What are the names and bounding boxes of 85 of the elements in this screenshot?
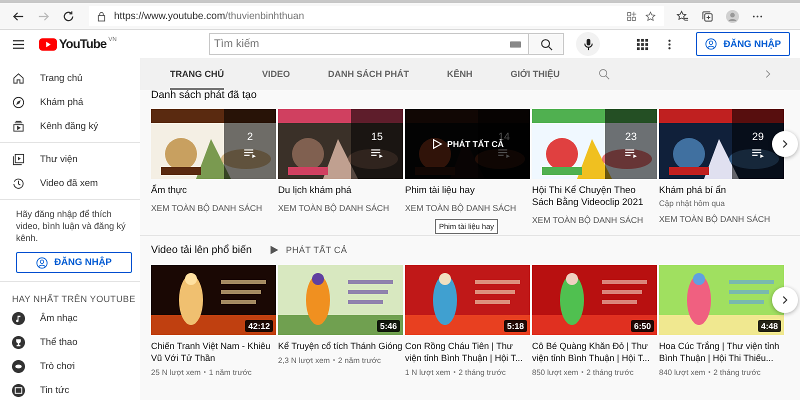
view-playlist-link[interactable]: XEM TOÀN BỘ DANH SÁCH: [405, 203, 530, 213]
playlist-icon: [244, 148, 256, 158]
sidebar-item[interactable]: Thư viện: [0, 147, 140, 171]
playlist-icon: [624, 148, 638, 158]
sidebar-item[interactable]: Tin tức: [0, 378, 140, 400]
microphone-button[interactable]: [576, 32, 600, 56]
star-icon[interactable]: [645, 10, 656, 22]
section-title: Video tải lên phổ biến: [151, 244, 252, 256]
playlist-title[interactable]: Du lịch khám phá: [278, 185, 403, 197]
section-heading: HAY NHẤT TRÊN YOUTUBE: [11, 293, 136, 306]
sign-in-button[interactable]: ĐĂNG NHẬP: [16, 252, 132, 273]
back-icon[interactable]: [12, 10, 25, 22]
duration-badge: 42:12: [245, 320, 273, 332]
play-all-button[interactable]: PHÁT TẤT CẢ: [268, 244, 348, 256]
channel-tab[interactable]: GIỚI THIỆU: [510, 58, 560, 90]
playlist-icon: [752, 148, 764, 158]
video-count: 23: [625, 130, 637, 142]
lock-icon: [97, 10, 106, 22]
playlist-title[interactable]: Hội Thi Kể Chuyện Theo Sách Bằng Videoclip 2021: [532, 185, 657, 209]
sidebar-item[interactable]: Thể thao: [0, 330, 140, 354]
sidebar-item[interactable]: Khám phá: [0, 90, 140, 114]
duration-badge: 4:48: [758, 320, 781, 332]
compass-icon: [12, 96, 25, 108]
microphone-icon: [582, 38, 594, 50]
sidebar-item[interactable]: Video đã xem: [0, 171, 140, 195]
video-count: 15: [371, 130, 383, 142]
grid-plus-icon[interactable]: [626, 10, 637, 22]
play-icon: [431, 138, 444, 150]
user-icon: [36, 256, 48, 268]
trophy-icon: [12, 336, 25, 348]
duration-badge: 5:18: [504, 320, 527, 332]
updated-label: Cập nhật hôm qua: [659, 199, 726, 208]
video-title[interactable]: Chiến Tranh Việt Nam - Khiêu Vũ Với Tử Thần: [151, 340, 276, 364]
view-playlist-link[interactable]: XEM TOÀN BỘ DANH SÁCH: [278, 203, 403, 213]
apps-grid-icon[interactable]: [636, 38, 650, 50]
channel-tab[interactable]: TRANG CHỦ: [170, 58, 224, 90]
sign-in-prompt: Hãy đăng nhập để thích video, bình luận và đăng ký kênh.: [16, 208, 126, 244]
menu-icon[interactable]: [12, 38, 25, 50]
playlist-title[interactable]: Ẩm thực: [151, 185, 276, 197]
video-title[interactable]: Kể Truyện cổ tích Thánh Gióng: [278, 340, 403, 352]
sidebar-item[interactable]: Âm nhạc: [0, 306, 140, 330]
music-icon: [12, 312, 25, 324]
logo-text[interactable]: YouTube: [59, 37, 106, 51]
url-text: https://www.youtube.com/thuvienbinhthuan: [114, 10, 304, 22]
avatar-icon[interactable]: [726, 10, 739, 22]
section-title: Danh sách phát đã tạo: [151, 90, 258, 100]
video-title[interactable]: Hoa Cúc Trắng | Thư viện tỉnh Bình Thuận | Hội Thi Thiếu...: [659, 340, 784, 364]
home-icon: [12, 72, 25, 84]
history-icon: [12, 176, 25, 190]
view-playlist-link[interactable]: XEM TOÀN BỘ DANH SÁCH: [151, 203, 276, 213]
channel-tab[interactable]: KÊNH: [447, 58, 473, 90]
play-all-label[interactable]: PHÁT TẤT CẢ: [447, 139, 504, 149]
favorites-icon[interactable]: [676, 10, 689, 22]
play-logo-icon: [39, 38, 57, 51]
news-icon: [12, 384, 25, 396]
next-button[interactable]: [772, 131, 798, 157]
duration-badge: 5:46: [376, 320, 400, 332]
video-count: 29: [752, 130, 764, 142]
video-count: 2: [247, 130, 253, 142]
search-field[interactable]: Tìm kiếm: [209, 33, 529, 55]
video-title[interactable]: Con Rồng Cháu Tiên | Thư viện tỉnh Bình Thuận | Hội T...: [405, 340, 530, 364]
playlist-title[interactable]: Khám phá bí ẩn: [659, 185, 784, 197]
library-icon: [12, 152, 25, 166]
playlist-icon: [370, 148, 384, 158]
search-icon: [540, 38, 552, 50]
search-button[interactable]: [529, 33, 564, 55]
play-icon: [268, 244, 280, 256]
view-playlist-link[interactable]: XEM TOÀN BỘ DANH SÁCH: [659, 214, 784, 224]
channel-tab[interactable]: DANH SÁCH PHÁT: [328, 58, 410, 90]
playlist-title[interactable]: Phim tài liệu hay: [405, 185, 530, 197]
search-icon[interactable]: [598, 68, 610, 80]
view-playlist-link[interactable]: XEM TOÀN BỘ DANH SÁCH: [532, 215, 657, 225]
duration-badge: 6:50: [630, 320, 654, 332]
collections-icon[interactable]: [701, 10, 714, 22]
channel-tab[interactable]: VIDEO: [262, 58, 290, 90]
sidebar-item[interactable]: Trò chơi: [0, 354, 140, 378]
sidebar-item[interactable]: Kênh đăng ký: [0, 114, 140, 138]
game-icon: [12, 360, 25, 372]
user-icon: [705, 38, 718, 50]
subs-icon: [12, 120, 25, 132]
sign-in-button[interactable]: ĐĂNG NHẬP: [696, 32, 790, 56]
sidebar-item[interactable]: Trang chủ: [0, 66, 140, 90]
reload-icon[interactable]: [62, 10, 75, 22]
address-bar[interactable]: https://www.youtube.com/thuvienbinhthuan: [89, 6, 664, 26]
video-title[interactable]: Cô Bé Quàng Khăn Đỏ | Thư viện tỉnh Bình Thuận | Hội T...: [532, 340, 657, 364]
